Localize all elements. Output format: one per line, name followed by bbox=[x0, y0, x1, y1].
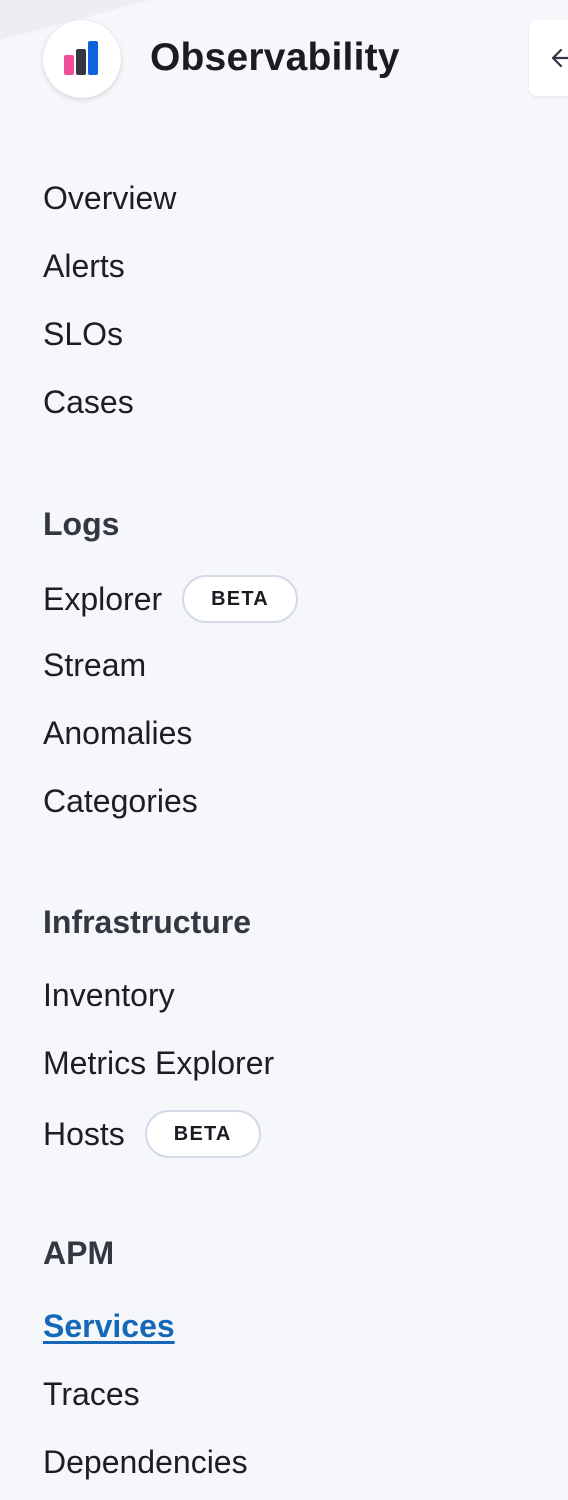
beta-badge: BETA bbox=[182, 575, 298, 623]
collapse-sidebar-button[interactable] bbox=[529, 20, 568, 96]
nav-item-hosts[interactable]: Hosts BETA bbox=[43, 1110, 261, 1158]
nav-item-metrics-explorer[interactable]: Metrics Explorer bbox=[43, 1045, 274, 1082]
nav-item-slos[interactable]: SLOs bbox=[43, 316, 123, 353]
nav-item-label: Traces bbox=[43, 1376, 140, 1412]
nav-item-dependencies[interactable]: Dependencies bbox=[43, 1444, 248, 1481]
arrow-left-icon bbox=[551, 48, 568, 68]
nav-item-services[interactable]: Services bbox=[43, 1308, 175, 1345]
observability-bar-chart-icon bbox=[64, 41, 98, 75]
nav-item-overview[interactable]: Overview bbox=[43, 180, 176, 217]
nav-item-logs-anomalies[interactable]: Anomalies bbox=[43, 715, 192, 752]
nav-item-label: Metrics Explorer bbox=[43, 1045, 275, 1081]
nav-item-label: Categories bbox=[43, 783, 198, 819]
nav-item-cases[interactable]: Cases bbox=[43, 384, 134, 421]
nav-item-label: Cases bbox=[43, 384, 134, 420]
nav-item-inventory[interactable]: Inventory bbox=[43, 977, 175, 1014]
nav-item-label: Explorer bbox=[43, 580, 163, 617]
nav-item-label: Hosts bbox=[43, 1115, 125, 1152]
nav-item-traces[interactable]: Traces bbox=[43, 1376, 140, 1413]
section-title-logs: Logs bbox=[43, 506, 120, 542]
section-title-apm: APM bbox=[43, 1235, 115, 1271]
nav-item-alerts[interactable]: Alerts bbox=[43, 248, 125, 285]
nav-item-logs-explorer[interactable]: Explorer BETA bbox=[43, 575, 298, 623]
nav-item-logs-stream[interactable]: Stream bbox=[43, 647, 146, 684]
nav-item-logs-categories[interactable]: Categories bbox=[43, 783, 198, 820]
beta-badge: BETA bbox=[144, 1110, 261, 1158]
nav-item-label: Services bbox=[43, 1308, 175, 1344]
nav-item-label: Overview bbox=[43, 180, 177, 216]
app-title: Observability bbox=[150, 36, 400, 79]
nav-item-label: Alerts bbox=[43, 248, 125, 284]
nav-item-label: SLOs bbox=[43, 316, 124, 352]
section-title-infrastructure: Infrastructure bbox=[43, 904, 252, 940]
nav-item-label: Stream bbox=[43, 647, 147, 683]
app-logo[interactable] bbox=[43, 20, 121, 98]
nav-item-label: Inventory bbox=[43, 977, 175, 1013]
nav-item-label: Anomalies bbox=[43, 715, 193, 751]
nav-item-label: Dependencies bbox=[43, 1444, 248, 1480]
